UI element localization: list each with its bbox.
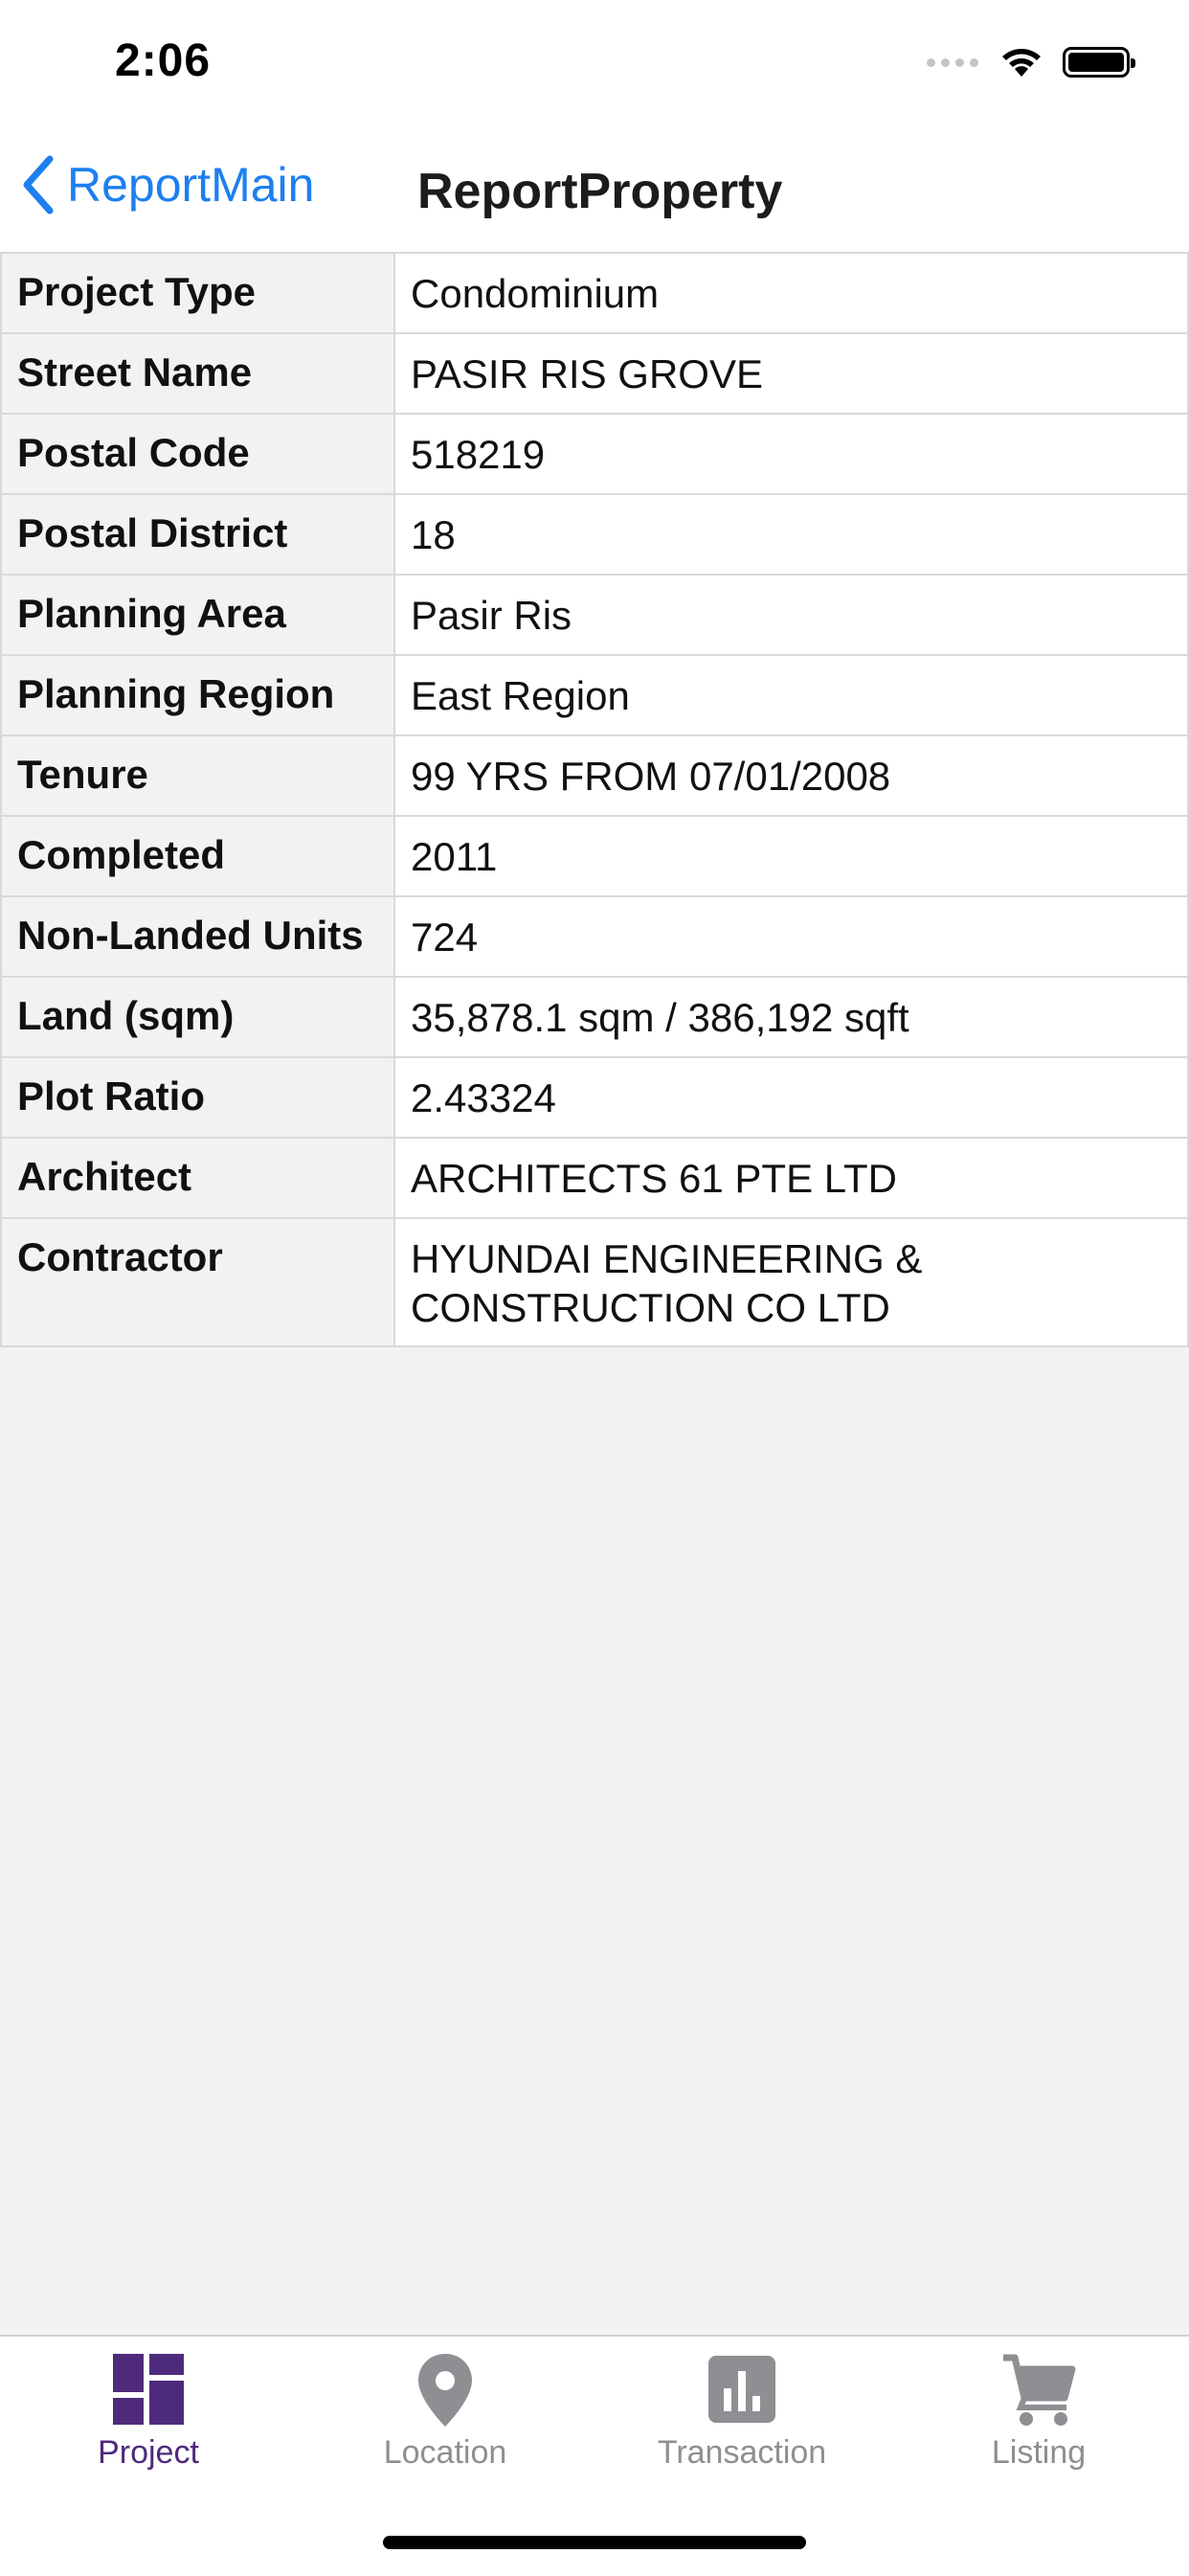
- property-key: Non-Landed Units: [0, 895, 395, 978]
- property-key: Completed: [0, 815, 395, 897]
- tab-project[interactable]: Project: [0, 2337, 297, 2528]
- tab-transaction[interactable]: Transaction: [594, 2337, 890, 2528]
- property-key: Land (sqm): [0, 976, 395, 1058]
- table-row: Non-Landed Units 724: [0, 895, 1189, 978]
- table-row: Architect ARCHITECTS 61 PTE LTD: [0, 1137, 1189, 1219]
- property-value: 18: [393, 493, 1189, 576]
- property-key: Tenure: [0, 734, 395, 817]
- property-key: Planning Region: [0, 654, 395, 736]
- status-time: 2:06: [115, 35, 212, 86]
- tab-label: Transaction: [657, 2434, 827, 2471]
- property-key: Architect: [0, 1137, 395, 1219]
- table-row: Street Name PASIR RIS GROVE: [0, 332, 1189, 415]
- property-value: 2.43324: [393, 1056, 1189, 1139]
- property-value: 35,878.1 sqm / 386,192 sqft: [393, 976, 1189, 1058]
- map-pin-icon: [418, 2354, 472, 2427]
- back-button-label: ReportMain: [67, 158, 315, 212]
- tab-location[interactable]: Location: [297, 2337, 594, 2528]
- property-table: Project Type Condominium Street Name PAS…: [0, 252, 1189, 1347]
- chevron-left-icon: [23, 155, 54, 215]
- table-row: Plot Ratio 2.43324: [0, 1056, 1189, 1139]
- table-row: Contractor HYUNDAI ENGINEERING & CONSTRU…: [0, 1217, 1189, 1347]
- table-row: Completed 2011: [0, 815, 1189, 897]
- tab-label: Project: [98, 2434, 199, 2471]
- property-key: Postal Code: [0, 413, 395, 495]
- property-value: ARCHITECTS 61 PTE LTD: [393, 1137, 1189, 1219]
- property-value: Pasir Ris: [393, 574, 1189, 656]
- table-row: Land (sqm) 35,878.1 sqm / 386,192 sqft: [0, 976, 1189, 1058]
- cellular-signal-icon: [927, 57, 978, 67]
- shopping-cart-icon: [1003, 2354, 1076, 2426]
- tab-label: Location: [383, 2434, 507, 2471]
- dashboard-icon: [113, 2354, 184, 2425]
- property-key: Contractor: [0, 1217, 395, 1347]
- tab-listing[interactable]: Listing: [890, 2337, 1187, 2528]
- property-key: Project Type: [0, 252, 395, 334]
- back-button[interactable]: ReportMain: [19, 155, 314, 215]
- table-row: Project Type Condominium: [0, 252, 1189, 334]
- property-value: 518219: [393, 413, 1189, 495]
- table-row: Planning Region East Region: [0, 654, 1189, 736]
- top-bar: 2:06 ReportMain ReportProperty: [0, 0, 1189, 253]
- wifi-icon: [1002, 49, 1041, 77]
- bar-chart-icon: [708, 2356, 775, 2423]
- table-row: Planning Area Pasir Ris: [0, 574, 1189, 656]
- status-indicators: [927, 46, 1135, 79]
- table-row: Tenure 99 YRS FROM 07/01/2008: [0, 734, 1189, 817]
- property-value: 2011: [393, 815, 1189, 897]
- table-row: Postal Code 518219: [0, 413, 1189, 495]
- property-value: PASIR RIS GROVE: [393, 332, 1189, 415]
- property-value: 99 YRS FROM 07/01/2008: [393, 734, 1189, 817]
- property-key: Plot Ratio: [0, 1056, 395, 1139]
- table-row: Postal District 18: [0, 493, 1189, 576]
- property-value: Condominium: [393, 252, 1189, 334]
- home-indicator[interactable]: [383, 2536, 806, 2549]
- property-value: HYUNDAI ENGINEERING & CONSTRUCTION CO LT…: [393, 1217, 1189, 1347]
- page-title: ReportProperty: [417, 164, 783, 219]
- property-value: 724: [393, 895, 1189, 978]
- battery-icon: [1063, 47, 1135, 78]
- property-key: Street Name: [0, 332, 395, 415]
- tab-label: Listing: [991, 2434, 1087, 2471]
- property-key: Planning Area: [0, 574, 395, 656]
- property-value: East Region: [393, 654, 1189, 736]
- property-key: Postal District: [0, 493, 395, 576]
